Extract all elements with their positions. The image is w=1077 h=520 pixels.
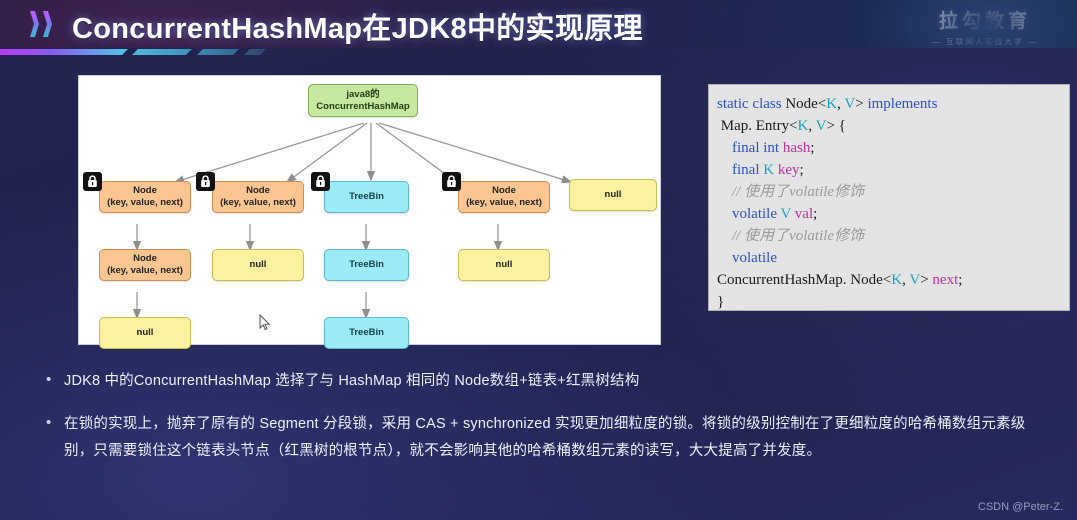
code-token: Map. Entry <box>717 118 790 134</box>
diagram-null-box: null <box>458 249 550 281</box>
double-chevron-right-icon <box>30 11 66 37</box>
code-token: volatile <box>732 206 781 222</box>
code-token: static <box>717 96 753 112</box>
code-token: K <box>826 96 838 112</box>
diagram-root-box: java8的 ConcurrentHashMap <box>308 84 418 117</box>
code-token: K <box>763 162 778 178</box>
code-token: V <box>844 96 856 112</box>
brand-logo: 拉勾教育 — 互联网人实战大学 — <box>915 6 1055 47</box>
code-token: } <box>717 294 725 310</box>
code-token: class <box>752 96 786 112</box>
code-token: Node <box>785 96 818 112</box>
slide-header: ConcurrentHashMap在JDK8中的实现原理 拉勾教育 — 互联网人… <box>0 0 1077 48</box>
code-token: > <box>855 96 868 112</box>
node-label-line2: (key, value, next) <box>220 197 296 208</box>
bullet-text: 在锁的实现上，抛弃了原有的 Segment 分段锁，采用 CAS + synch… <box>64 416 1026 459</box>
code-token: ; <box>813 206 818 222</box>
treebin-label: TreeBin <box>349 191 384 203</box>
code-token: // 使用了volatile修饰 <box>717 184 865 200</box>
bullet-marker: • <box>46 371 52 388</box>
diagram-node-box: Node (key, value, next) <box>458 181 550 213</box>
concurrenthashmap-structure-diagram: java8的 ConcurrentHashMap Node (key, valu… <box>78 75 661 349</box>
bullet-text: JDK8 中的ConcurrentHashMap 选择了与 HashMap 相同… <box>64 373 640 389</box>
code-snippet-panel: static class Node<K, V> implements Map. … <box>708 84 1070 311</box>
padlock-icon <box>196 172 215 191</box>
code-token: V <box>909 272 921 288</box>
diagram-treebin-box: TreeBin <box>324 181 409 213</box>
code-token: key <box>777 162 800 178</box>
diagram-node-box: Node (key, value, next) <box>99 249 191 281</box>
diagram-treebin-box: TreeBin <box>324 317 409 349</box>
null-label: null <box>249 259 267 271</box>
code-token: // 使用了volatile修饰 <box>717 228 865 244</box>
root-label-line2: ConcurrentHashMap <box>316 100 410 112</box>
code-token: ; <box>810 140 815 156</box>
treebin-label: TreeBin <box>349 327 384 339</box>
code-token: final <box>732 162 764 178</box>
header-accent-stripe <box>0 48 1077 60</box>
page-title: ConcurrentHashMap在JDK8中的实现原理 <box>72 13 643 45</box>
code-token: val <box>794 206 814 222</box>
node-label-line2: (key, value, next) <box>107 265 183 276</box>
code-token: < <box>789 118 798 134</box>
code-token: volatile <box>732 250 777 266</box>
code-token: K <box>797 118 809 134</box>
mouse-pointer-icon <box>259 313 271 331</box>
diagram-node-box: Node (key, value, next) <box>99 181 191 213</box>
code-token: < <box>882 272 892 288</box>
null-label: null <box>495 259 513 271</box>
bullet-marker: • <box>46 414 52 431</box>
diagram-null-box: null <box>99 317 191 349</box>
padlock-icon <box>83 172 102 191</box>
code-token: final <box>732 140 764 156</box>
code-token: next <box>932 272 959 288</box>
code-token: V <box>780 206 795 222</box>
diagram-treebin-box: TreeBin <box>324 249 409 281</box>
code-token: > <box>920 272 933 288</box>
root-label-line1: java8的 <box>346 88 380 100</box>
diagram-null-box: null <box>569 179 657 211</box>
null-label: null <box>136 327 154 339</box>
node-label-line2: (key, value, next) <box>466 197 542 208</box>
null-label: null <box>604 189 622 201</box>
slide-canvas: ConcurrentHashMap在JDK8中的实现原理 拉勾教育 — 互联网人… <box>0 0 1077 520</box>
logo-main-text: 拉勾教育 <box>938 11 1031 32</box>
treebin-label: TreeBin <box>349 259 384 271</box>
logo-sub-text: — 互联网人实战大学 — <box>932 37 1038 46</box>
code-token: , <box>808 118 816 134</box>
code-token: K <box>891 272 903 288</box>
diagram-null-box: null <box>212 249 304 281</box>
code-token: ; <box>799 162 804 178</box>
code-token: ConcurrentHashMap. Node <box>717 272 883 288</box>
node-label-line1: Node <box>246 185 270 197</box>
padlock-icon <box>311 172 330 191</box>
code-token: ; <box>958 272 963 288</box>
list-item: • 在锁的实现上，抛弃了原有的 Segment 分段锁，采用 CAS + syn… <box>46 411 1036 465</box>
node-label-line1: Node <box>492 185 516 197</box>
bullet-list: • JDK8 中的ConcurrentHashMap 选择了与 HashMap … <box>46 368 1036 481</box>
watermark-text: CSDN @Peter-Z. <box>977 501 1063 513</box>
padlock-icon <box>442 172 461 191</box>
code-token: implements <box>867 96 938 112</box>
code-token: int <box>763 140 783 156</box>
diagram-node-box: Node (key, value, next) <box>212 181 304 213</box>
node-label-line1: Node <box>133 253 157 265</box>
node-label-line2: (key, value, next) <box>107 197 183 208</box>
node-label-line1: Node <box>133 185 157 197</box>
code-token: V <box>815 118 827 134</box>
code-token: > { <box>826 118 846 134</box>
code-token: hash <box>782 140 811 156</box>
list-item: • JDK8 中的ConcurrentHashMap 选择了与 HashMap … <box>46 368 1036 395</box>
